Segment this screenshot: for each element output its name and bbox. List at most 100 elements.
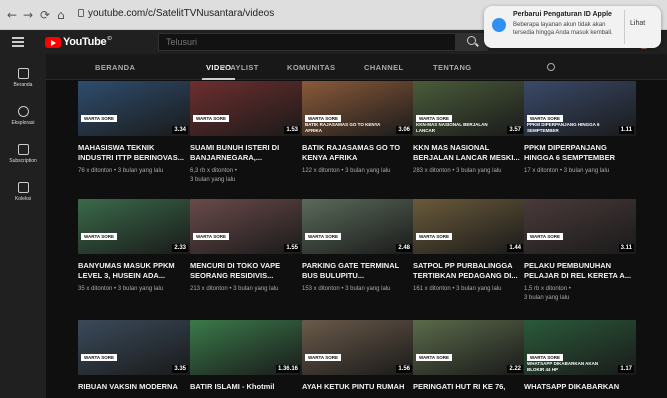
warta-sore-badge: WARTA SORE <box>305 354 341 361</box>
video-thumbnail[interactable]: WARTA SORE PPKM DIPERPANJANG HINGGA 6 SEM… <box>524 81 636 136</box>
video-card[interactable]: 1.36.16 BATIR ISLAMI - Khotmil <box>190 320 302 392</box>
home-browser-icon[interactable]: ⌂ <box>57 8 65 22</box>
youtube-logo-icon[interactable] <box>45 37 61 48</box>
video-thumbnail[interactable]: WARTA SORE 1.53 <box>190 81 302 136</box>
video-card[interactable]: WARTA SORE WHATSAPP DIKABARKAN AKAN BLOKI… <box>524 320 636 392</box>
back-icon[interactable]: ← <box>7 8 17 22</box>
video-thumbnail[interactable]: WARTA SORE KKN-MAS NASIONAL BERJALAN LANC… <box>413 81 525 136</box>
warta-sore-badge: WARTA SORE <box>527 115 563 122</box>
duration-badge: 1.17 <box>618 365 634 373</box>
duration-badge: 1.53 <box>284 126 300 134</box>
home-icon <box>17 68 29 79</box>
video-title[interactable]: BATIR ISLAMI - Khotmil <box>190 382 302 392</box>
video-thumbnail[interactable]: WARTA SORE 1.56 <box>302 320 414 375</box>
warta-sore-badge: WARTA SORE <box>305 115 341 122</box>
sidebar-item-subscriptions[interactable]: Subscription <box>0 144 46 164</box>
video-card[interactable]: WARTA SORE BATIK RAJASAMAS GO TO KENYA AF… <box>302 81 414 176</box>
video-card[interactable]: WARTA SORE 3.34 MAHASISWA TEKNIK INDUSTRI … <box>78 81 190 176</box>
warta-sore-badge: WARTA SORE <box>81 354 117 361</box>
subscriptions-icon <box>17 144 29 155</box>
duration-badge: 3.35 <box>172 365 188 373</box>
video-thumbnail[interactable]: WARTA SORE 2.33 <box>78 199 190 254</box>
video-title[interactable]: SUAMI BUNUH ISTERI DI BANJARNEGARA,... <box>190 143 302 163</box>
warta-sore-badge: WARTA SORE <box>193 233 229 240</box>
sidebar-item-label: Beranda <box>13 82 33 88</box>
video-title[interactable]: BATIK RAJASAMAS GO TO KENYA AFRIKA <box>302 143 414 163</box>
video-thumbnail[interactable]: WARTA SORE 3.35 <box>78 320 190 375</box>
video-thumbnail[interactable]: WARTA SORE 2.48 <box>302 199 414 254</box>
video-card[interactable]: WARTA SORE 3.35 RIBUAN VAKSIN MODERNA <box>78 320 190 392</box>
tab-tentang[interactable]: TENTANG <box>433 63 472 72</box>
notification-view-button[interactable]: Lihat <box>630 20 645 27</box>
channel-search-icon[interactable] <box>547 63 555 71</box>
tab-playlist[interactable]: PLAYLIST <box>220 63 259 72</box>
video-thumbnail[interactable]: WARTA SORE 2.22 <box>413 320 525 375</box>
video-card[interactable]: WARTA SORE 2.48 PARKING GATE TERMINAL BUS … <box>302 199 414 294</box>
tab-beranda[interactable]: BERANDA <box>95 63 135 72</box>
warta-sore-badge: WARTA SORE <box>81 115 117 122</box>
warta-sore-badge: WARTA SORE <box>305 233 341 240</box>
reload-icon[interactable]: ⟳ <box>40 8 50 22</box>
video-title[interactable]: PPKM DIPERPANJANG HINGGA 6 SEMPTEMBER <box>524 143 636 163</box>
duration-badge: 2.22 <box>507 365 523 373</box>
duration-badge: 2.48 <box>396 244 412 252</box>
video-thumbnail[interactable]: WARTA SORE BATIK RAJASAMAS GO TO KENYA AF… <box>302 81 414 136</box>
video-title[interactable]: MAHASISWA TEKNIK INDUSTRI ITTP BERINOVAS… <box>78 143 190 163</box>
video-title[interactable]: PELAKU PEMBUNUHAN PELAJAR DI REL KERETA … <box>524 261 636 281</box>
video-meta: 1,5 rb x ditonton • 3 bulan yang lalu <box>524 286 571 301</box>
video-title[interactable]: PERINGATI HUT RI KE 76, <box>413 382 525 392</box>
video-card[interactable]: WARTA SORE 1.53 SUAMI BUNUH ISTERI DI BANJ… <box>190 81 302 185</box>
search-input[interactable] <box>158 33 456 51</box>
video-title[interactable]: KKN MAS NASIONAL BERJALAN LANCAR MESKI..… <box>413 143 525 163</box>
video-meta: 213 x ditonton • 3 bulan yang lalu <box>190 286 279 292</box>
video-title[interactable]: PARKING GATE TERMINAL BUS BULUPITU... <box>302 261 414 281</box>
thumbnail-headline: WHATSAPP DIKABARKAN AKAN BLOKIR 44 HP <box>527 361 599 372</box>
sidebar-item-home[interactable]: Beranda <box>0 68 46 88</box>
duration-badge: 3.11 <box>618 244 634 252</box>
video-card[interactable]: WARTA SORE KKN-MAS NASIONAL BERJALAN LANC… <box>413 81 525 176</box>
video-card[interactable]: WARTA SORE 1.55 MENCURI DI TOKO VAPE SEORA… <box>190 199 302 294</box>
video-meta: 283 x ditonton • 3 bulan yang lalu <box>413 168 502 174</box>
video-thumbnail[interactable]: WARTA SORE 3.11 <box>524 199 636 254</box>
video-card[interactable]: WARTA SORE 2.33 BANYUMAS MASUK PPKM LEVEL … <box>78 199 190 294</box>
video-thumbnail[interactable]: WARTA SORE 1.44 <box>413 199 525 254</box>
duration-badge: 3.06 <box>396 126 412 134</box>
video-card[interactable]: WARTA SORE 1.56 AYAH KETUK PINTU RUMAH <box>302 320 414 392</box>
video-card[interactable]: WARTA SORE PPKM DIPERPANJANG HINGGA 6 SEM… <box>524 81 636 176</box>
address-bar[interactable]: youtube.com/c/SatelitTVNusantara/videos <box>88 8 274 19</box>
video-meta: 17 x ditonton • 3 bulan yang lalu <box>524 168 610 174</box>
video-title[interactable]: WHATSAPP DIKABARKAN <box>524 382 636 392</box>
sidebar-item-explore[interactable]: Eksplorasi <box>0 106 46 126</box>
video-card[interactable]: WARTA SORE 3.11 PELAKU PEMBUNUHAN PELAJAR … <box>524 199 636 303</box>
youtube-logo[interactable]: YouTubeID <box>63 36 112 48</box>
video-title[interactable]: RIBUAN VAKSIN MODERNA <box>78 382 190 392</box>
menu-icon[interactable] <box>12 37 24 47</box>
video-meta: 76 x ditonton • 3 bulan yang lalu <box>78 168 164 174</box>
sidebar-item-label: Eksplorasi <box>11 120 35 126</box>
forward-icon[interactable]: → <box>23 8 33 22</box>
video-title[interactable]: SATPOL PP PURBALINGGA TERTIBKAN PEDAGANG… <box>413 261 525 281</box>
video-title[interactable]: BANYUMAS MASUK PPKM LEVEL 3, HUSEIN ADA.… <box>78 261 190 281</box>
apple-id-notification[interactable]: Perbarui Pengaturan ID Apple Beberapa la… <box>484 6 661 48</box>
sidebar-item-label: Subscription <box>9 158 37 164</box>
warta-sore-badge: WARTA SORE <box>416 354 452 361</box>
duration-badge: 1.56 <box>396 365 412 373</box>
video-thumbnail[interactable]: WARTA SORE 3.34 <box>78 81 190 136</box>
video-thumbnail[interactable]: WARTA SORE 1.55 <box>190 199 302 254</box>
duration-badge: 1.36.16 <box>275 365 300 373</box>
notification-title: Perbarui Pengaturan ID Apple <box>513 11 612 18</box>
tab-komunitas[interactable]: KOMUNITAS <box>287 63 335 72</box>
icloud-icon <box>492 18 506 32</box>
video-thumbnail[interactable]: WARTA SORE WHATSAPP DIKABARKAN AKAN BLOKI… <box>524 320 636 375</box>
video-card[interactable]: WARTA SORE 2.22 PERINGATI HUT RI KE 76, <box>413 320 525 392</box>
video-card[interactable]: WARTA SORE 1.44 SATPOL PP PURBALINGGA TERT… <box>413 199 525 294</box>
tab-channel[interactable]: CHANNEL <box>364 63 403 72</box>
video-thumbnail[interactable]: 1.36.16 <box>190 320 302 375</box>
video-meta: 153 x ditonton • 3 bulan yang lalu <box>302 286 391 292</box>
thumbnail-headline: KKN-MAS NASIONAL BERJALAN LANCAR <box>416 122 488 133</box>
video-title[interactable]: AYAH KETUK PINTU RUMAH <box>302 382 414 392</box>
video-meta: 161 x ditonton • 3 bulan yang lalu <box>413 286 502 292</box>
sidebar-item-library[interactable]: Koleksi <box>0 182 46 202</box>
video-title[interactable]: MENCURI DI TOKO VAPE SEORANG RESIDIVIS..… <box>190 261 302 281</box>
library-icon <box>17 182 29 193</box>
